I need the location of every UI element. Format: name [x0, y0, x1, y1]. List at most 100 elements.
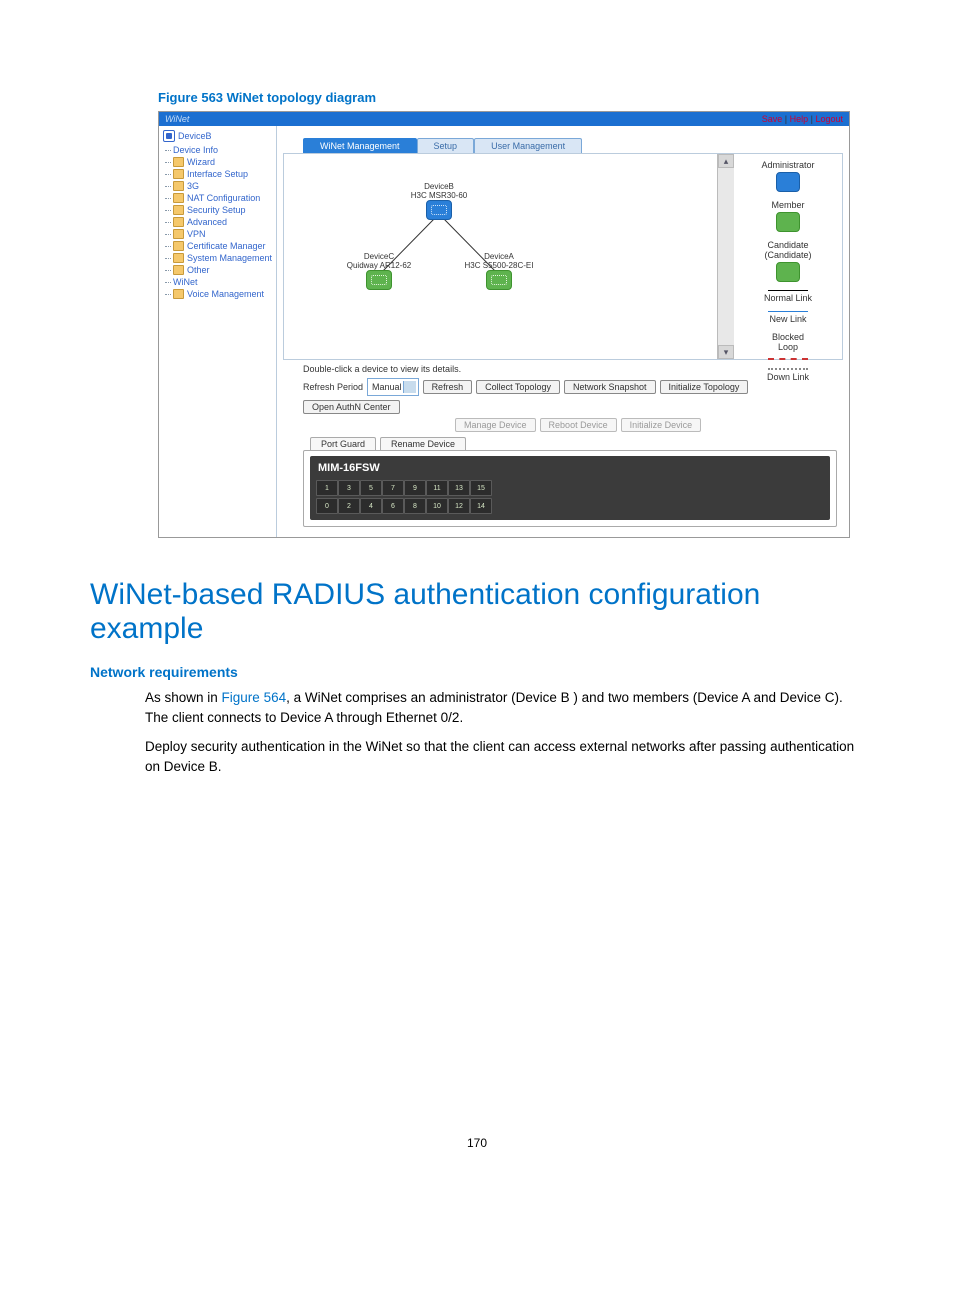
- refresh-period-label: Refresh Period: [303, 382, 363, 392]
- tab-setup[interactable]: Setup: [417, 138, 475, 153]
- port[interactable]: 8: [404, 498, 426, 514]
- port[interactable]: 11: [426, 480, 448, 496]
- tree-item-nat[interactable]: NAT Configuration: [163, 192, 274, 204]
- port[interactable]: 6: [382, 498, 404, 514]
- tree-item-advanced[interactable]: Advanced: [163, 216, 274, 228]
- tree-item-cert[interactable]: Certificate Manager: [163, 240, 274, 252]
- legend-new-line: [768, 311, 808, 312]
- port[interactable]: 0: [316, 498, 338, 514]
- node-label: DeviceA: [459, 252, 539, 261]
- refresh-button[interactable]: Refresh: [423, 380, 473, 394]
- node-model: Quidway AR12-62: [339, 261, 419, 270]
- host-icon: [163, 130, 175, 142]
- folder-icon: [173, 205, 184, 215]
- legend-admin-icon: [776, 172, 800, 192]
- tree-item-wizard[interactable]: Wizard: [163, 156, 274, 168]
- port[interactable]: 14: [470, 498, 492, 514]
- tree-item-other[interactable]: Other: [163, 264, 274, 276]
- port[interactable]: 2: [338, 498, 360, 514]
- initialize-device-button[interactable]: Initialize Device: [621, 418, 702, 432]
- p1-a: As shown in: [145, 690, 222, 705]
- switch-title: MIM-16FSW: [318, 462, 824, 474]
- node-label: DeviceB: [399, 182, 479, 191]
- tree-root-label: DeviceB: [178, 131, 212, 141]
- folder-icon: [173, 169, 184, 179]
- section-title: WiNet-based RADIUS authentication config…: [90, 578, 864, 646]
- folder-icon: [173, 217, 184, 227]
- nav-tree: DeviceB Device Info Wizard Interface Set…: [159, 126, 277, 537]
- tree-item-winet[interactable]: WiNet: [163, 276, 274, 288]
- node-model: H3C S5500-28C-EI: [459, 261, 539, 270]
- logout-link[interactable]: Logout: [815, 114, 843, 124]
- port[interactable]: 3: [338, 480, 360, 496]
- node-label: DeviceC: [339, 252, 419, 261]
- folder-icon: [173, 181, 184, 191]
- initialize-topology-button[interactable]: Initialize Topology: [660, 380, 749, 394]
- node-model: H3C MSR30-60: [399, 191, 479, 200]
- legend-member-label: Member: [740, 200, 836, 210]
- legend-down-line: [768, 368, 808, 370]
- member-device-icon: [486, 270, 512, 290]
- tree-item-voice[interactable]: Voice Management: [163, 288, 274, 300]
- port[interactable]: 10: [426, 498, 448, 514]
- tree-item-sysmgmt[interactable]: System Management: [163, 252, 274, 264]
- titlebar: WiNet Save | Help | Logout: [159, 112, 849, 126]
- reboot-device-button[interactable]: Reboot Device: [540, 418, 617, 432]
- top-links: Save | Help | Logout: [762, 114, 843, 124]
- controls-row2: Manage Device Reboot Device Initialize D…: [455, 418, 843, 432]
- tree-item-vpn[interactable]: VPN: [163, 228, 274, 240]
- port[interactable]: 9: [404, 480, 426, 496]
- page-number: 170: [90, 1136, 864, 1150]
- port[interactable]: 15: [470, 480, 492, 496]
- tree-root[interactable]: DeviceB: [163, 130, 274, 142]
- scroll-up-icon[interactable]: ▴: [718, 154, 734, 168]
- port[interactable]: 12: [448, 498, 470, 514]
- paragraph-2: Deploy security authentication in the Wi…: [145, 737, 864, 776]
- tree-item-interface-setup[interactable]: Interface Setup: [163, 168, 274, 180]
- open-authn-center-button[interactable]: Open AuthN Center: [303, 400, 400, 414]
- legend-candidate-label: Candidate (Candidate): [740, 240, 836, 260]
- tree-item-3g[interactable]: 3G: [163, 180, 274, 192]
- node-device-b[interactable]: DeviceB H3C MSR30-60: [399, 182, 479, 220]
- port[interactable]: 13: [448, 480, 470, 496]
- help-link[interactable]: Help: [790, 114, 809, 124]
- panel-tab-rename[interactable]: Rename Device: [380, 437, 466, 450]
- panel-tab-port-guard[interactable]: Port Guard: [310, 437, 376, 450]
- paragraph-1: As shown in Figure 564, a WiNet comprise…: [145, 688, 864, 727]
- port[interactable]: 1: [316, 480, 338, 496]
- node-device-c[interactable]: DeviceC Quidway AR12-62: [339, 252, 419, 290]
- manage-device-button[interactable]: Manage Device: [455, 418, 536, 432]
- app-name: WiNet: [165, 114, 189, 124]
- refresh-period-select[interactable]: Manual: [367, 378, 419, 396]
- port[interactable]: 7: [382, 480, 404, 496]
- node-device-a[interactable]: DeviceA H3C S5500-28C-EI: [459, 252, 539, 290]
- legend: Administrator Member Candidate (Candidat…: [734, 154, 842, 359]
- legend-blocked-line: [768, 358, 808, 360]
- folder-icon: [173, 253, 184, 263]
- save-link[interactable]: Save: [762, 114, 783, 124]
- port-row-bottom: 0 2 4 6 8 10 12 14: [316, 498, 824, 514]
- tree-item-security[interactable]: Security Setup: [163, 204, 274, 216]
- tree-item-device-info[interactable]: Device Info: [163, 144, 274, 156]
- tab-user-mgmt[interactable]: User Management: [474, 138, 582, 153]
- collect-topology-button[interactable]: Collect Topology: [476, 380, 560, 394]
- figure-caption: Figure 563 WiNet topology diagram: [158, 90, 864, 105]
- folder-icon: [173, 289, 184, 299]
- legend-new-label: New Link: [740, 314, 836, 324]
- port[interactable]: 4: [360, 498, 382, 514]
- controls-row1: Refresh Period Manual Refresh Collect To…: [303, 378, 843, 414]
- port[interactable]: 5: [360, 480, 382, 496]
- requirements-heading: Network requirements: [90, 664, 864, 680]
- network-snapshot-button[interactable]: Network Snapshot: [564, 380, 656, 394]
- legend-normal-label: Normal Link: [740, 293, 836, 303]
- legend-admin-label: Administrator: [740, 160, 836, 170]
- folder-icon: [173, 265, 184, 275]
- admin-device-icon: [426, 200, 452, 220]
- scroll-down-icon[interactable]: ▾: [718, 345, 734, 359]
- member-device-icon: [366, 270, 392, 290]
- topology-canvas[interactable]: DeviceB H3C MSR30-60 DeviceC Quidway AR1…: [284, 154, 717, 359]
- folder-icon: [173, 229, 184, 239]
- tab-winet-mgmt[interactable]: WiNet Management: [303, 138, 417, 153]
- scrollbar[interactable]: ▴ ▾: [717, 154, 734, 359]
- figure-link[interactable]: Figure 564: [222, 690, 287, 705]
